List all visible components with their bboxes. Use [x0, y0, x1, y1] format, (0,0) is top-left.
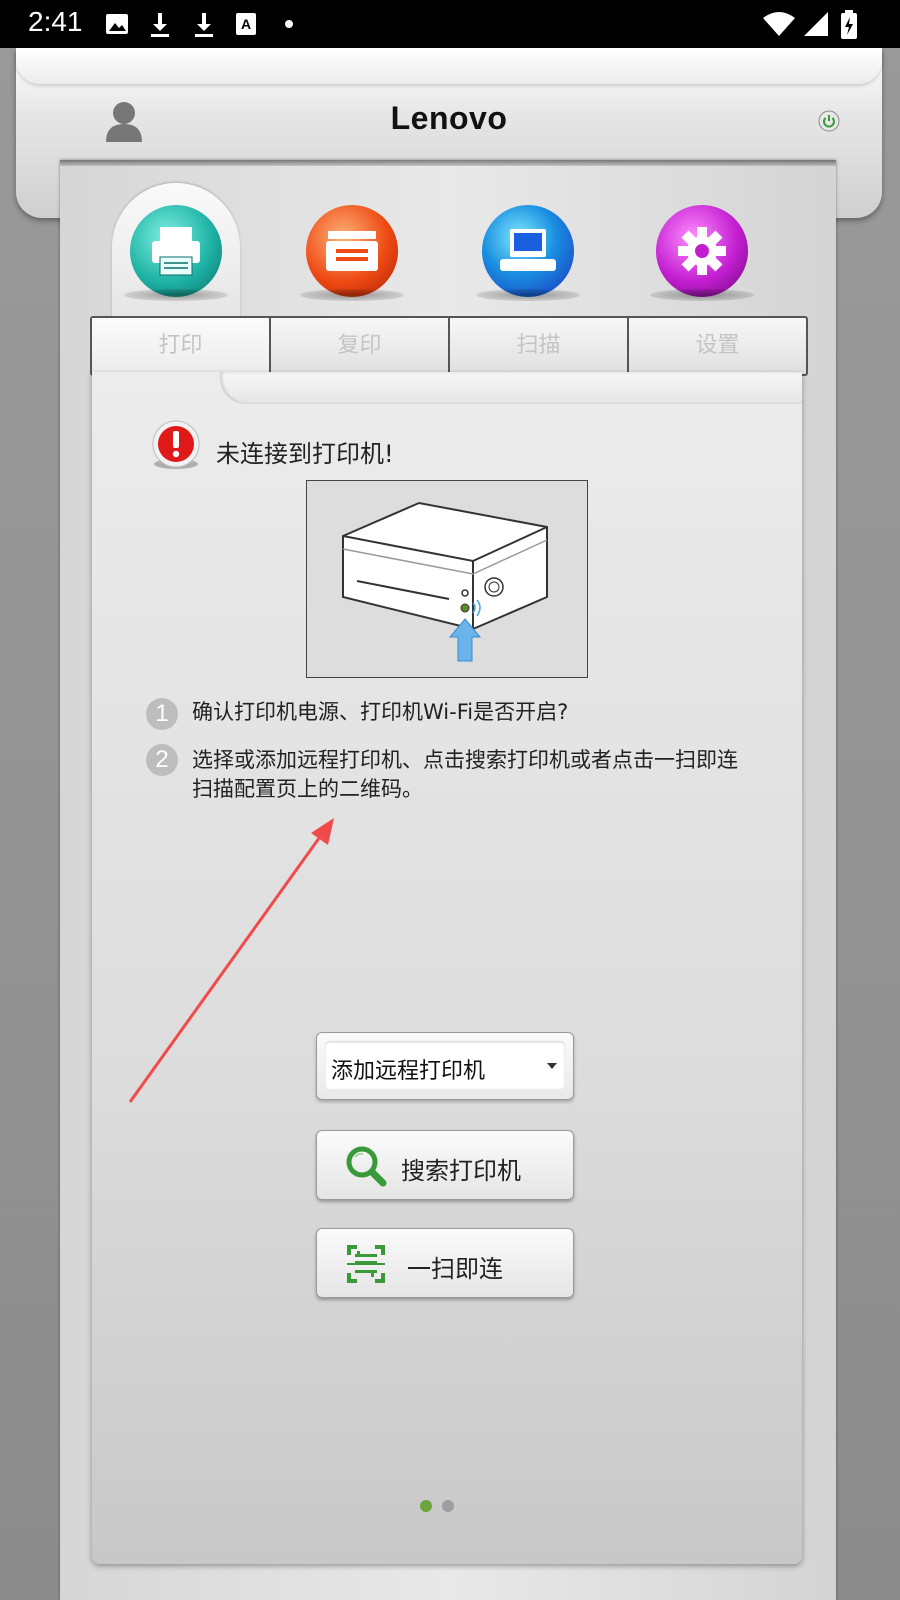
tab-scan[interactable]: 扫描: [450, 318, 629, 374]
warning-icon: [150, 420, 202, 472]
download-icon: [148, 10, 172, 38]
step-2-text: 选择或添加远程打印机、点击搜索打印机或者点击一扫即连扫描配置页上的二维码。: [192, 748, 738, 801]
scan-connect-label: 一扫即连: [407, 1255, 503, 1283]
scan-connect-button[interactable]: 一扫即连: [316, 1228, 574, 1298]
dot-icon: [282, 10, 296, 38]
tab-bar: 打印 复印 扫描 设置: [90, 316, 808, 376]
select-value: 添加远程打印机: [331, 1059, 486, 1084]
connection-warning: 未连接到打印机!: [216, 440, 394, 468]
copier-icon[interactable]: [300, 205, 404, 301]
download-icon: [192, 10, 216, 38]
step-2-badge: 2: [146, 744, 178, 776]
qr-scan-icon: [345, 1243, 387, 1285]
font-icon: A: [234, 10, 258, 38]
status-bar: 2:41 A: [0, 0, 900, 48]
svg-text:A: A: [241, 16, 251, 32]
header-lip: [16, 48, 882, 84]
printer-illustration: [306, 480, 588, 678]
scanner-icon[interactable]: [476, 205, 580, 301]
brand-logo: Lenovo: [390, 100, 508, 136]
search-printer-button[interactable]: 搜索打印机: [316, 1130, 574, 1200]
page-dot-active: [420, 1500, 432, 1512]
remote-printer-select[interactable]: 添加远程打印机: [316, 1032, 574, 1100]
dropdown-caret-icon: [547, 1063, 557, 1069]
search-printer-label: 搜索打印机: [401, 1157, 521, 1185]
status-time: 2:41: [28, 6, 83, 37]
tab-copy[interactable]: 复印: [271, 318, 450, 374]
printer-icon[interactable]: [124, 205, 228, 301]
page-dot: [442, 1500, 454, 1512]
tab-settings[interactable]: 设置: [629, 318, 806, 374]
battery-icon: [840, 10, 858, 39]
gear-icon[interactable]: [650, 205, 754, 301]
image-icon: [104, 10, 130, 38]
wifi-icon: [762, 10, 796, 38]
search-icon: [345, 1145, 387, 1187]
tab-print[interactable]: 打印: [92, 318, 271, 374]
step-1-badge: 1: [146, 698, 178, 730]
signal-icon: [802, 10, 830, 38]
step-1-text: 确认打印机电源、打印机Wi-Fi是否开启?: [192, 700, 569, 724]
power-icon[interactable]: [818, 110, 840, 132]
content-card: 未连接到打印机! 1 确认打印机电源、打印机Wi-Fi是否开启? 2 选择或添加…: [92, 372, 802, 1564]
